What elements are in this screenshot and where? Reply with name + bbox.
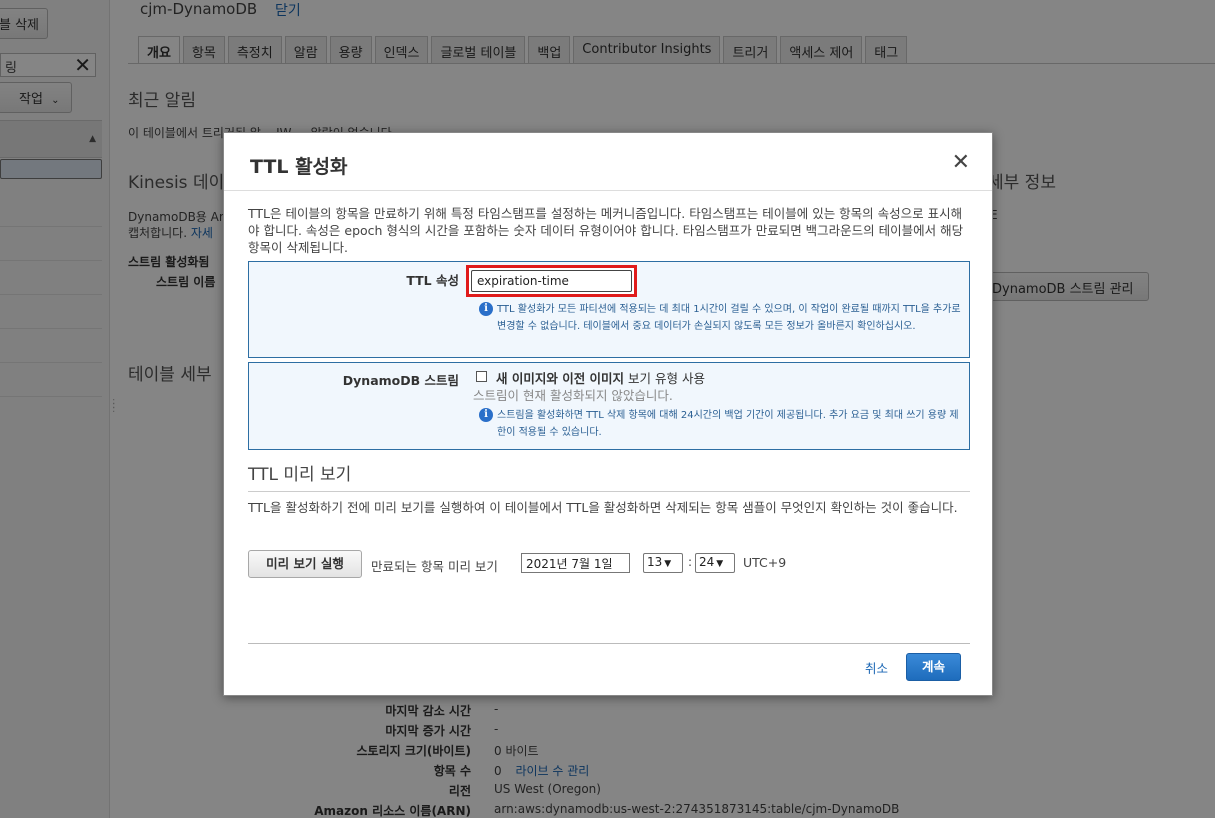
stream-checkbox[interactable] <box>476 371 487 382</box>
dialog-title: TTL 활성화 <box>250 156 348 178</box>
stream-view-type-rest: 보기 유형 사용 <box>628 371 705 386</box>
ttl-attribute-panel: TTL 속성 i TTL 활성화가 모든 파티션에 적용되는 데 최대 1시간이… <box>248 261 970 358</box>
expire-preview-label: 만료되는 항목 미리 보기 <box>371 559 498 574</box>
continue-button[interactable]: 계속 <box>906 653 961 681</box>
run-preview-button[interactable]: 미리 보기 실행 <box>248 550 362 578</box>
ttl-attribute-input[interactable] <box>471 270 632 292</box>
dynamodb-console: 블 삭제 링 ✕ 작업 ⌄ ▲ ::: cjm-DynamoDB 닫기 개요 항… <box>0 0 1215 818</box>
ttl-attribute-highlight <box>466 265 637 297</box>
ttl-info-text: TTL 활성화가 모든 파티션에 적용되는 데 최대 1시간이 걸릴 수 있으며… <box>497 304 961 332</box>
stream-status-text: 스트림이 현재 활성화되지 않았습니다. <box>473 388 673 403</box>
dialog-header-divider <box>224 190 992 191</box>
chevron-down-icon: ▼ <box>664 559 672 569</box>
cancel-button[interactable]: 취소 <box>865 658 888 677</box>
chevron-down-icon: ▼ <box>716 559 724 569</box>
ttl-attribute-label: TTL 속성 <box>406 273 459 288</box>
stream-label: DynamoDB 스트림 <box>342 373 459 388</box>
preview-description: TTL을 활성화하기 전에 미리 보기를 실행하여 이 테이블에서 TTL을 활… <box>248 500 958 515</box>
minute-select[interactable]: 24 ▼ <box>695 553 735 573</box>
info-icon: i <box>479 302 493 316</box>
close-icon[interactable]: ✕ <box>952 151 970 175</box>
hour-value: 13 <box>647 555 663 569</box>
time-separator: : <box>688 555 693 569</box>
ttl-description: TTL은 테이블의 항목을 만료하기 위해 특정 타임스탬프를 설정하는 메커니… <box>248 206 964 255</box>
stream-info-text: 스트림을 활성화하면 TTL 삭제 항목에 대해 24시간의 백업 기간이 제공… <box>497 410 959 438</box>
minute-value: 24 <box>699 555 715 569</box>
preview-divider <box>248 491 970 492</box>
dynamodb-stream-panel: DynamoDB 스트림 새 이미지와 이전 이미지 보기 유형 사용 스트림이… <box>248 362 970 450</box>
ttl-preview-heading: TTL 미리 보기 <box>248 465 352 485</box>
dialog-footer-divider <box>248 643 970 644</box>
info-icon: i <box>479 408 493 422</box>
stream-view-type-bold: 새 이미지와 이전 이미지 <box>496 371 625 386</box>
preview-date-input[interactable]: 2021년 7월 1일 <box>521 553 630 573</box>
enable-ttl-dialog: TTL 활성화 ✕ TTL은 테이블의 항목을 만료하기 위해 특정 타임스탬프… <box>223 132 993 696</box>
hour-select[interactable]: 13 ▼ <box>643 553 683 573</box>
timezone-label: UTC+9 <box>743 555 787 570</box>
